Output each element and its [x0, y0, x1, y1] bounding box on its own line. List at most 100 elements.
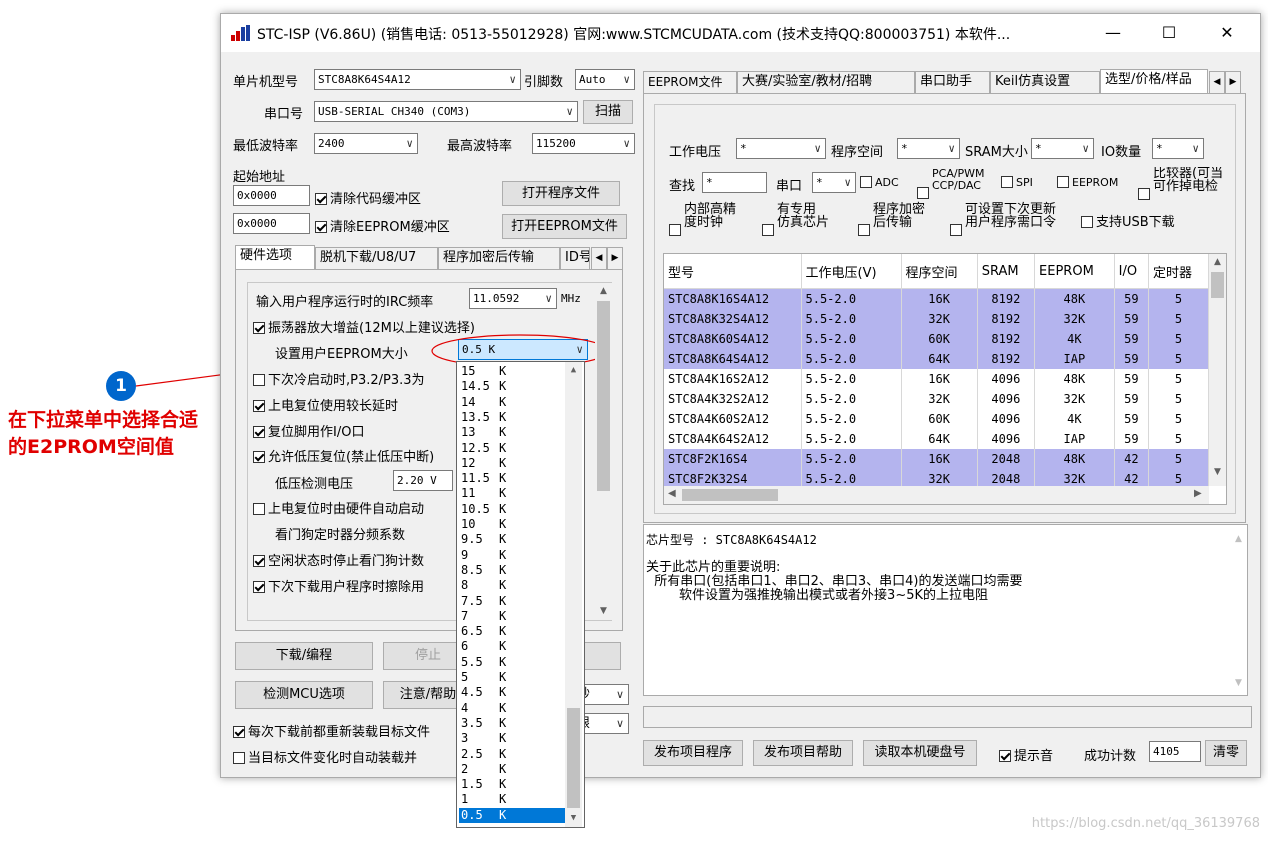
dropdown-option[interactable]: 4.5 K	[459, 685, 565, 700]
dropdown-option[interactable]: 15 K	[459, 364, 565, 379]
dropdown-option[interactable]: 6.5 K	[459, 624, 565, 639]
read-disk-id-button[interactable]: 读取本机硬盘号	[863, 740, 977, 766]
tab-eeprom-file[interactable]: EEPROM文件	[643, 71, 737, 93]
dropdown-option[interactable]: 13 K	[459, 425, 565, 440]
beep-checkbox[interactable]: 提示音	[999, 745, 1053, 764]
detect-mcu-options-button[interactable]: 检测MCU选项	[235, 681, 373, 709]
erase-on-download-checkbox[interactable]: 下次下载用户程序时擦除用	[253, 576, 424, 595]
clear-eeprom-buffer-checkbox[interactable]: 清除EEPROM缓冲区	[315, 216, 450, 235]
scrollbar-thumb[interactable]	[567, 708, 580, 808]
reset-pin-io-checkbox[interactable]: 复位脚用作I/O口	[253, 421, 364, 440]
dropdown-option[interactable]: 3.5 K	[459, 716, 565, 731]
hardware-options-scrollbar[interactable]: ▲ ▼	[595, 283, 612, 620]
io-filter-select[interactable]: * ∨	[1152, 138, 1204, 159]
dropdown-option[interactable]: 3K	[459, 731, 565, 746]
max-baud-select[interactable]: 115200 ∨	[532, 133, 635, 154]
hw-watchdog-checkbox[interactable]: 上电复位时由硬件自动启动	[253, 498, 424, 517]
eeprom-size-dropdown-list[interactable]: 15 K 14.5 K 14 K 13.5 K 13 K 12.5 K 12 K 11.5 K 11 K 10.5 K…	[456, 361, 585, 828]
dropdown-option[interactable]: 2.5 K	[459, 747, 565, 762]
column-header[interactable]: EEPROM	[1034, 254, 1115, 289]
minimize-button[interactable]: —	[1093, 20, 1133, 46]
open-eeprom-file-button[interactable]: 打开EEPROM文件	[502, 214, 627, 239]
open-program-file-button[interactable]: 打开程序文件	[502, 181, 620, 206]
column-header[interactable]: 工作电压(V)	[801, 254, 902, 289]
hp-clock-checkbox[interactable]: 内部高精 度时钟	[669, 203, 736, 236]
prog-space-filter-select[interactable]: * ∨	[897, 138, 960, 159]
search-input[interactable]: *	[702, 172, 767, 193]
clear-count-button[interactable]: 清零	[1205, 740, 1247, 766]
low-voltage-select[interactable]: 2.20 V	[393, 470, 453, 491]
dropdown-option[interactable]: 12.5 K	[459, 441, 565, 456]
dropdown-option[interactable]: 13.5 K	[459, 410, 565, 425]
download-program-button[interactable]: 下载/编程	[235, 642, 373, 670]
dropdown-option[interactable]: 6K	[459, 639, 565, 654]
clear-code-buffer-checkbox[interactable]: 清除代码缓冲区	[315, 188, 421, 207]
idle-stop-watchdog-checkbox[interactable]: 空闲状态时停止看门狗计数	[253, 550, 424, 569]
scroll-down-icon[interactable]: ▼	[595, 603, 612, 620]
dropdown-option[interactable]: 7.5 K	[459, 594, 565, 609]
dropdown-option[interactable]: 0.5 K	[459, 807, 565, 823]
dropdown-option[interactable]: 7K	[459, 609, 565, 624]
scrollbar-thumb[interactable]	[597, 301, 610, 491]
chip-table-hscroll[interactable]: ◀ ▶	[664, 486, 1209, 504]
tab-scroll-left-button[interactable]: ◀	[591, 247, 607, 269]
voltage-filter-select[interactable]: * ∨	[736, 138, 826, 159]
chip-info-scrollbar[interactable]: ▲ ▼	[1230, 525, 1247, 695]
dropdown-option[interactable]: 9.5 K	[459, 532, 565, 547]
eeprom-checkbox[interactable]: EEPROM	[1057, 176, 1118, 189]
scroll-up-icon[interactable]: ▲	[1209, 254, 1226, 271]
adc-checkbox[interactable]: ADC	[860, 176, 899, 189]
low-voltage-reset-checkbox[interactable]: 允许低压复位(禁止低压中断)	[253, 446, 434, 465]
code-start-address-field[interactable]: 0x0000	[233, 185, 310, 206]
tab-hardware-options[interactable]: 硬件选项	[235, 245, 315, 269]
table-row[interactable]: STC8A8K64S4A12 5.5-2.0 64K 8192 IAP 59 5	[664, 349, 1210, 369]
scrollbar-thumb[interactable]	[682, 489, 778, 501]
usb-download-checkbox[interactable]: 支持USB下载	[1081, 211, 1175, 230]
column-header[interactable]: I/O	[1114, 254, 1149, 289]
comparator-checkbox[interactable]: 比较器(可当 可作掉电检	[1138, 167, 1235, 200]
dropdown-option[interactable]: 10.5 K	[459, 502, 565, 517]
dropdown-option[interactable]: 1.5 K	[459, 777, 565, 792]
table-row[interactable]: STC8A4K64S2A12 5.5-2.0 64K 4096 IAP 59 5	[664, 429, 1210, 449]
maximize-button[interactable]: ☐	[1149, 20, 1189, 46]
irc-frequency-select[interactable]: 11.0592 ∨	[469, 288, 557, 309]
tab-selection-price[interactable]: 选型/价格/样品	[1100, 69, 1208, 93]
close-button[interactable]: ✕	[1207, 20, 1247, 46]
sram-filter-select[interactable]: * ∨	[1031, 138, 1094, 159]
emulation-chip-checkbox[interactable]: 有专用 仿真芯片	[762, 203, 829, 236]
mcu-model-select[interactable]: STC8A8K64S4A12 ∨	[314, 69, 521, 90]
table-row[interactable]: STC8A8K32S4A12 5.5-2.0 32K 8192 32K 59 5	[664, 309, 1210, 329]
dropdown-option[interactable]: 4K	[459, 701, 565, 716]
tab-scroll-right-button[interactable]: ▶	[607, 247, 623, 269]
table-row[interactable]: STC8A4K32S2A12 5.5-2.0 32K 4096 32K 59 5	[664, 389, 1210, 409]
scroll-left-icon[interactable]: ◀	[668, 488, 676, 499]
publish-project-button[interactable]: 发布项目程序	[643, 740, 743, 766]
min-baud-select[interactable]: 2400 ∨	[314, 133, 418, 154]
dropdown-option[interactable]: 8K	[459, 578, 565, 593]
table-row[interactable]: STC8A4K60S2A12 5.5-2.0 60K 4096 4K 59 5	[664, 409, 1210, 429]
table-row[interactable]: STC8A8K16S4A12 5.5-2.0 16K 8192 48K 59 5	[664, 288, 1210, 309]
chip-table-vscroll[interactable]: ▲ ▼	[1209, 254, 1226, 486]
dropdown-option[interactable]: 12 K	[459, 456, 565, 471]
dropdown-option[interactable]: 10 K	[459, 517, 565, 532]
dropdown-option[interactable]: 5K	[459, 670, 565, 685]
cold-boot-checkbox[interactable]: 下次冷启动时,P3.2/P3.3为	[253, 369, 425, 388]
tab-encrypted-transfer[interactable]: 程序加密后传输	[438, 247, 560, 269]
right-tab-scroll-right[interactable]: ▶	[1225, 71, 1241, 93]
scroll-down-icon[interactable]: ▼	[565, 810, 582, 827]
dropdown-option[interactable]: 11 K	[459, 486, 565, 501]
publish-help-button[interactable]: 发布项目帮助	[753, 740, 853, 766]
auto-load-on-change-checkbox[interactable]: 当目标文件变化时自动装载并	[233, 747, 417, 766]
dropdown-option[interactable]: 9K	[459, 548, 565, 563]
encrypted-transfer-checkbox[interactable]: 程序加密 后传输	[858, 203, 925, 236]
dropdown-option[interactable]: 2K	[459, 762, 565, 777]
dropdown-option[interactable]: 14.5 K	[459, 379, 565, 394]
dropdown-option[interactable]: 5.5 K	[459, 655, 565, 670]
scroll-up-icon[interactable]: ▲	[565, 362, 582, 379]
tab-id[interactable]: ID号	[560, 247, 590, 269]
power-on-delay-checkbox[interactable]: 上电复位使用较长延时	[253, 395, 398, 414]
column-header[interactable]: 型号	[664, 254, 802, 289]
table-row[interactable]: STC8F2K16S4 5.5-2.0 16K 2048 48K 42 5	[664, 449, 1210, 469]
right-tab-scroll-left[interactable]: ◀	[1209, 71, 1225, 93]
reload-before-download-checkbox[interactable]: 每次下载前都重新装载目标文件	[233, 721, 430, 740]
